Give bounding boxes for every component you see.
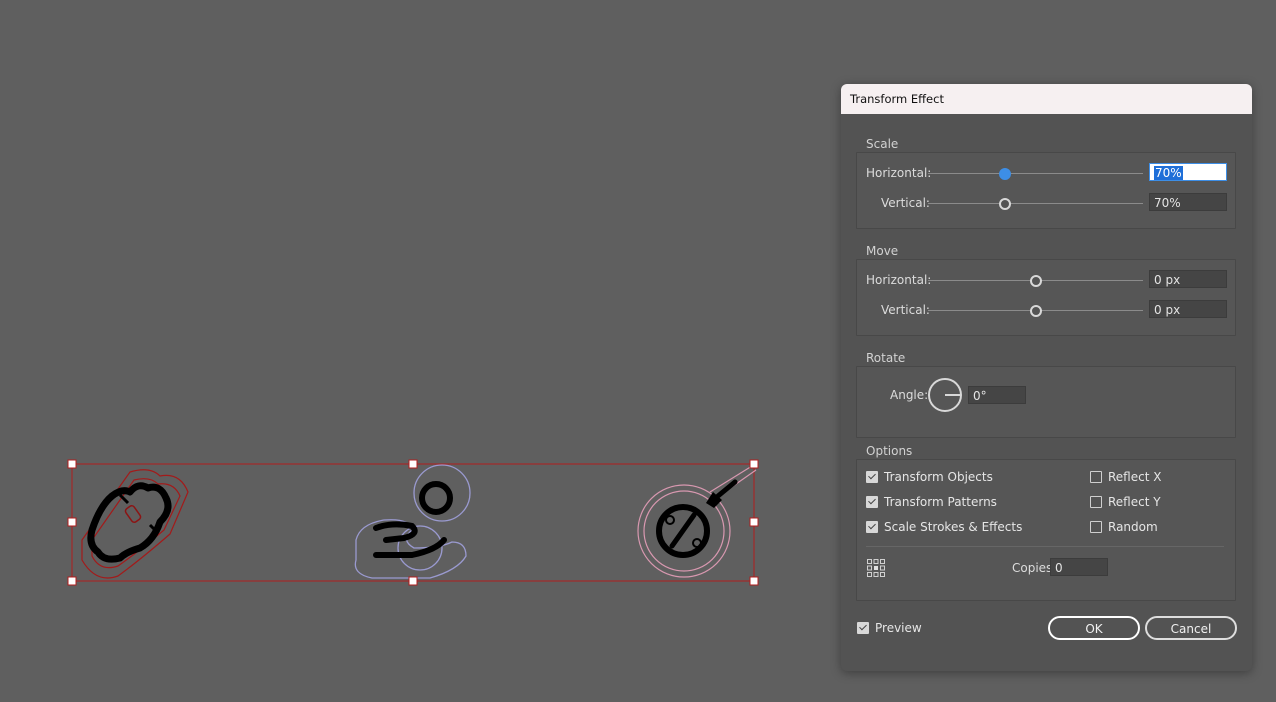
scale-vertical-input[interactable]: 70% (1149, 193, 1227, 211)
scale-vertical-slider-track[interactable] (928, 203, 1143, 204)
transform-patterns-check[interactable] (866, 496, 878, 508)
angle-dial-icon[interactable] (927, 377, 963, 413)
scale-horizontal-label: Horizontal: (866, 166, 932, 180)
copies-label: Copies (1012, 561, 1053, 575)
move-vertical-label: Vertical: (881, 303, 930, 317)
handle-bottom-center[interactable] (408, 576, 418, 586)
handle-top-center[interactable] (408, 459, 418, 469)
scale-horizontal-input[interactable]: 70% (1149, 163, 1227, 181)
cancel-button[interactable]: Cancel (1145, 616, 1237, 640)
scale-strokes-check[interactable] (866, 521, 878, 533)
transform-objects-check[interactable] (866, 471, 878, 483)
reflect-x-check[interactable] (1090, 471, 1102, 483)
move-horizontal-label: Horizontal: (866, 273, 932, 287)
move-horizontal-input[interactable]: 0 px (1149, 270, 1227, 288)
preview-checkbox[interactable]: Preview (857, 621, 922, 635)
move-horizontal-slider-thumb[interactable] (1030, 275, 1042, 287)
move-vertical-input[interactable]: 0 px (1149, 300, 1227, 318)
artboard-canvas[interactable] (0, 0, 840, 702)
preview-label: Preview (875, 621, 922, 635)
move-vertical-slider-thumb[interactable] (1030, 305, 1042, 317)
reference-point-icon[interactable] (866, 558, 886, 578)
options-group-label: Options (866, 444, 913, 458)
scale-horizontal-slider-track[interactable] (928, 173, 1143, 174)
handle-top-right[interactable] (749, 459, 759, 469)
scale-strokes-checkbox[interactable]: Scale Strokes & Effects (866, 520, 1022, 534)
rotate-group-label: Rotate (866, 351, 906, 365)
reflect-x-label: Reflect X (1108, 470, 1162, 484)
tag-icon[interactable] (81, 469, 189, 579)
rotate-angle-input[interactable]: 0° (968, 386, 1026, 404)
scale-horizontal-slider-thumb[interactable] (999, 168, 1011, 180)
handle-middle-left[interactable] (67, 517, 77, 527)
reflect-y-check[interactable] (1090, 496, 1102, 508)
rotate-angle-label: Angle: (890, 388, 929, 402)
handle-top-left[interactable] (67, 459, 77, 469)
move-group-label: Move (866, 244, 899, 258)
random-checkbox[interactable]: Random (1090, 520, 1158, 534)
transform-effect-dialog: Transform Effect Scale Horizontal: 70% V… (841, 84, 1252, 671)
rotate-group-box (856, 366, 1236, 438)
reflect-y-checkbox[interactable]: Reflect Y (1090, 495, 1161, 509)
transform-patterns-checkbox[interactable]: Transform Patterns (866, 495, 997, 509)
random-check[interactable] (1090, 521, 1102, 533)
scale-vertical-label: Vertical: (881, 196, 930, 210)
scale-strokes-label: Scale Strokes & Effects (884, 520, 1023, 534)
reflect-y-label: Reflect Y (1108, 495, 1161, 509)
preview-check[interactable] (857, 622, 869, 634)
dialog-title[interactable]: Transform Effect (841, 84, 1252, 114)
ok-button[interactable]: OK (1048, 616, 1140, 640)
handle-bottom-left[interactable] (67, 576, 77, 586)
scale-group-label: Scale (866, 137, 899, 151)
discount-tag-icon[interactable] (637, 465, 757, 578)
transform-patterns-label: Transform Patterns (884, 495, 997, 509)
transform-objects-label: Transform Objects (884, 470, 993, 484)
reflect-x-checkbox[interactable]: Reflect X (1090, 470, 1161, 484)
copies-input[interactable]: 0 (1050, 558, 1108, 576)
hand-coin-icon[interactable] (354, 464, 471, 579)
options-divider (866, 546, 1224, 547)
transform-objects-checkbox[interactable]: Transform Objects (866, 470, 993, 484)
handle-middle-right[interactable] (749, 517, 759, 527)
handle-bottom-right[interactable] (749, 576, 759, 586)
random-label: Random (1108, 520, 1158, 534)
scale-vertical-slider-thumb[interactable] (999, 198, 1011, 210)
